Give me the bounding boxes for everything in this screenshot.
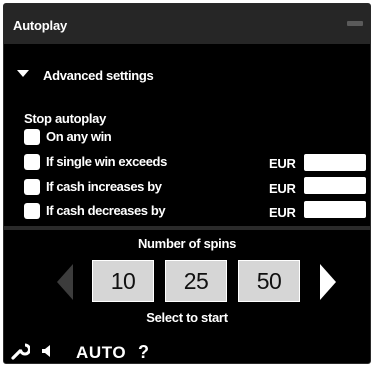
window-title: Autoplay — [13, 18, 68, 33]
stop-autoplay-heading: Stop autoplay — [24, 111, 107, 126]
checkbox[interactable] — [24, 178, 40, 195]
option-on-any-win[interactable]: On any win — [24, 128, 112, 145]
option-single-win-exceeds[interactable]: If single win exceeds — [24, 153, 167, 170]
spins-50-button[interactable]: 50 — [238, 260, 300, 302]
checkbox[interactable] — [24, 202, 40, 219]
advanced-settings-toggle[interactable]: Advanced settings — [17, 66, 154, 84]
checkbox[interactable] — [24, 128, 40, 145]
number-of-spins-heading: Number of spins — [137, 236, 237, 251]
title-bar: Autoplay — [4, 4, 370, 44]
bottom-toolbar: AUTO ? — [4, 341, 370, 365]
minimize-button[interactable] — [347, 21, 363, 26]
auto-button[interactable]: AUTO — [76, 343, 126, 363]
autoplay-panel: Autoplay Advanced settings Stop autoplay… — [3, 3, 371, 364]
single-win-amount-field[interactable] — [304, 154, 366, 171]
option-label: If single win exceeds — [46, 154, 167, 169]
currency-label: EUR — [269, 181, 296, 196]
previous-arrow-icon[interactable] — [57, 264, 73, 300]
advanced-settings-label: Advanced settings — [43, 67, 154, 83]
option-cash-decreases[interactable]: If cash decreases by — [24, 202, 166, 219]
speaker-icon[interactable] — [39, 343, 55, 359]
option-cash-increases[interactable]: If cash increases by — [24, 178, 162, 195]
wrench-icon[interactable] — [10, 341, 30, 361]
currency-label: EUR — [269, 205, 296, 220]
currency-label: EUR — [269, 156, 296, 171]
triangle-down-icon — [17, 69, 29, 77]
option-label: If cash increases by — [46, 179, 162, 194]
spins-10-button[interactable]: 10 — [92, 260, 154, 302]
section-divider — [4, 226, 370, 230]
cash-decrease-amount-field[interactable] — [304, 201, 366, 218]
help-icon[interactable]: ? — [138, 342, 149, 363]
select-to-start-hint: Select to start — [146, 310, 228, 325]
option-label: On any win — [46, 129, 112, 144]
next-arrow-icon[interactable] — [320, 264, 336, 300]
option-label: If cash decreases by — [46, 203, 166, 218]
checkbox[interactable] — [24, 153, 40, 170]
cash-increase-amount-field[interactable] — [304, 177, 366, 194]
spins-25-button[interactable]: 25 — [165, 260, 227, 302]
